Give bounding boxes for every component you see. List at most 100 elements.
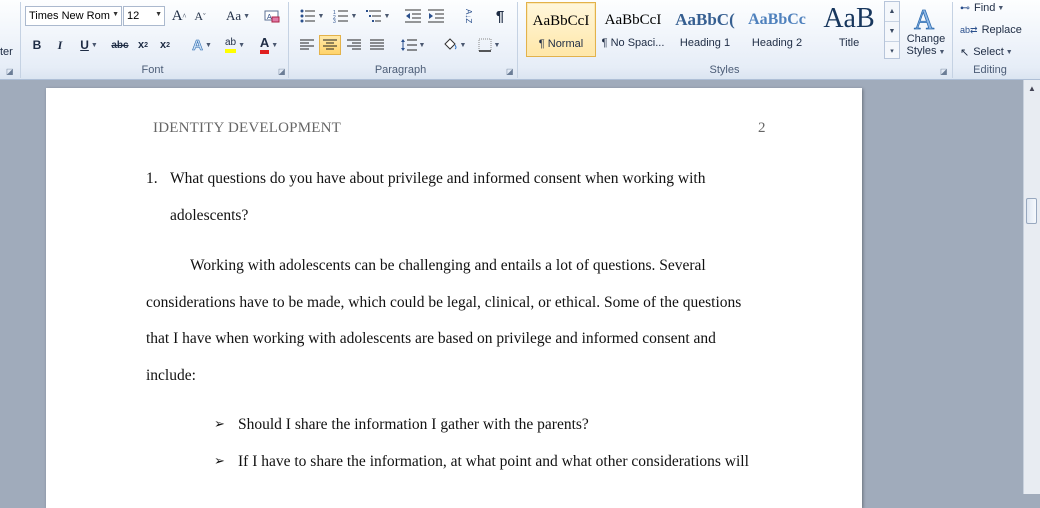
highlight-color-button[interactable]: ab ▼ xyxy=(220,35,250,55)
clipboard-dialog-launcher-icon[interactable]: ◪ xyxy=(6,68,14,76)
decrease-indent-icon xyxy=(405,9,421,23)
sort-button[interactable]: A↓Z xyxy=(457,6,479,26)
style-no-spacing[interactable]: AaBbCcI ¶ No Spaci... xyxy=(598,2,668,57)
paragraph-group-label: Paragraph xyxy=(374,64,427,76)
text-effects-button[interactable]: A ▼ xyxy=(188,35,216,55)
running-header-title: IDENTITY DEVELOPMENT xyxy=(153,120,341,136)
chevron-down-icon: ▼ xyxy=(938,49,946,56)
format-painter-label-partial[interactable]: ter xyxy=(0,44,18,60)
borders-button[interactable]: ▼ xyxy=(474,35,504,55)
page-number: 2 xyxy=(758,120,766,136)
chevron-down-icon: ▼ xyxy=(383,12,391,20)
numbering-button[interactable]: 1 2 3 ▼ xyxy=(330,6,360,26)
underline-button[interactable]: U ▼ xyxy=(74,36,104,54)
align-center-icon xyxy=(323,39,337,50)
change-case-button[interactable]: Aa ▼ xyxy=(222,6,254,26)
eraser-icon: A xyxy=(264,10,280,23)
svg-text:3: 3 xyxy=(333,19,336,23)
chevron-down-icon[interactable]: ▼ xyxy=(112,11,119,18)
style-normal[interactable]: AaBbCcI ¶ Normal xyxy=(526,2,596,57)
bullets-icon xyxy=(300,9,315,23)
chevron-down-icon: ▼ xyxy=(1005,48,1013,56)
gallery-more-icon[interactable]: ▾ xyxy=(885,42,899,61)
style-sample: AaBbC( xyxy=(675,10,735,29)
chevron-down-icon[interactable]: ▼ xyxy=(155,11,162,18)
superscript-button[interactable]: x2 xyxy=(156,36,174,54)
grow-font-button[interactable]: A ^ xyxy=(170,6,188,26)
replace-button[interactable]: ab⇄ Replace xyxy=(960,22,1038,38)
increase-indent-icon xyxy=(428,9,444,23)
style-name: Title xyxy=(838,37,860,49)
styles-dialog-launcher-icon[interactable]: ◪ xyxy=(940,68,948,76)
style-name: Heading 1 xyxy=(679,37,731,49)
subscript-2: 2 xyxy=(144,41,149,49)
svg-text:A: A xyxy=(914,5,935,33)
font-color-button[interactable]: A ▼ xyxy=(254,35,284,55)
paragraph-line-3: that I have when working with adolescent… xyxy=(146,330,716,347)
decrease-indent-button[interactable] xyxy=(403,6,423,26)
clear-formatting-icon[interactable]: A xyxy=(262,6,282,26)
document-page[interactable]: IDENTITY DEVELOPMENT 2 1. What questions… xyxy=(46,88,862,508)
style-sample: AaBbCc xyxy=(748,11,806,28)
question-line-2: adolescents? xyxy=(170,207,249,224)
ribbon: ter ◪ Times New Rom ▼ 12 ▼ A ^ Aˇ Aa ▼ A B… xyxy=(0,0,1040,80)
scrollbar-thumb[interactable] xyxy=(1026,198,1037,224)
increase-indent-button[interactable] xyxy=(426,6,446,26)
line-spacing-button[interactable]: ▼ xyxy=(398,35,428,55)
scroll-up-icon[interactable]: ▲ xyxy=(885,2,899,22)
chevron-down-icon: ▼ xyxy=(997,4,1005,12)
align-right-icon xyxy=(347,39,361,50)
bullet-arrow-icon: ➢ xyxy=(214,453,225,468)
align-left-button[interactable] xyxy=(297,36,317,54)
strikethrough-button[interactable]: abc xyxy=(108,36,132,54)
paragraph-dialog-launcher-icon[interactable]: ◪ xyxy=(506,68,514,76)
binoculars-icon: ⊷ xyxy=(960,2,970,14)
style-sample: AaBbCcI xyxy=(532,13,590,29)
justify-button[interactable] xyxy=(367,36,387,54)
change-styles-button[interactable]: A Change Styles ▼ xyxy=(902,0,950,62)
chevron-down-icon: ▼ xyxy=(90,41,98,49)
font-size-combo[interactable]: 12 ▼ xyxy=(123,6,165,26)
font-group-label: Font xyxy=(141,64,164,76)
align-center-button[interactable] xyxy=(319,35,341,55)
shading-button[interactable]: ▼ xyxy=(439,35,469,55)
bullet-item-2: If I have to share the information, at w… xyxy=(238,453,749,470)
show-formatting-marks-button[interactable]: ¶ xyxy=(489,6,511,26)
style-heading-1[interactable]: AaBbC( Heading 1 xyxy=(670,2,740,57)
style-name: Heading 2 xyxy=(751,37,803,49)
chevron-down-icon: ▼ xyxy=(204,41,212,49)
scroll-down-icon[interactable]: ▼ xyxy=(885,22,899,42)
caret-up-icon: ^ xyxy=(182,11,187,21)
style-sample: AaB xyxy=(823,3,875,34)
style-name: ¶ No Spaci... xyxy=(601,37,665,49)
subscript-button[interactable]: x2 xyxy=(134,36,152,54)
chevron-down-icon: ▼ xyxy=(317,12,325,20)
styles-group-label: Styles xyxy=(709,64,740,76)
style-heading-2[interactable]: AaBbCc Heading 2 xyxy=(742,2,812,57)
align-right-button[interactable] xyxy=(344,36,364,54)
multilevel-list-button[interactable]: ▼ xyxy=(363,6,393,26)
style-title[interactable]: AaB Title xyxy=(814,2,884,57)
caret-down-icon: ˇ xyxy=(203,11,206,21)
styles-gallery-scroll[interactable]: ▲ ▼ ▾ xyxy=(884,1,900,59)
cursor-arrow-icon: ↖ xyxy=(960,46,970,59)
styles-gallery: AaBbCcI ¶ Normal AaBbCcI ¶ No Spaci... A… xyxy=(524,0,884,62)
multilevel-list-icon xyxy=(365,10,381,22)
scroll-up-icon[interactable]: ▲ xyxy=(1024,80,1040,97)
vertical-scrollbar[interactable]: ▲ xyxy=(1023,80,1040,494)
find-button[interactable]: ⊷ Find ▼ xyxy=(960,0,1020,16)
align-left-icon xyxy=(300,39,314,50)
shrink-font-button[interactable]: Aˇ xyxy=(191,6,209,26)
italic-button[interactable]: I xyxy=(51,36,69,54)
select-button[interactable]: ↖ Select ▼ xyxy=(960,44,1030,60)
bullets-button[interactable]: ▼ xyxy=(297,6,327,26)
chevron-down-icon: ▼ xyxy=(271,41,279,49)
font-name-combo[interactable]: Times New Rom ▼ xyxy=(25,6,122,26)
bold-button[interactable]: B xyxy=(28,36,46,54)
font-dialog-launcher-icon[interactable]: ◪ xyxy=(278,68,286,76)
question-number: 1. xyxy=(146,170,158,187)
superscript-2: 2 xyxy=(166,41,171,49)
editing-group-label: Editing xyxy=(973,64,1007,76)
justify-icon xyxy=(370,39,384,50)
paragraph-line-2: considerations have to be made, which co… xyxy=(146,294,742,311)
